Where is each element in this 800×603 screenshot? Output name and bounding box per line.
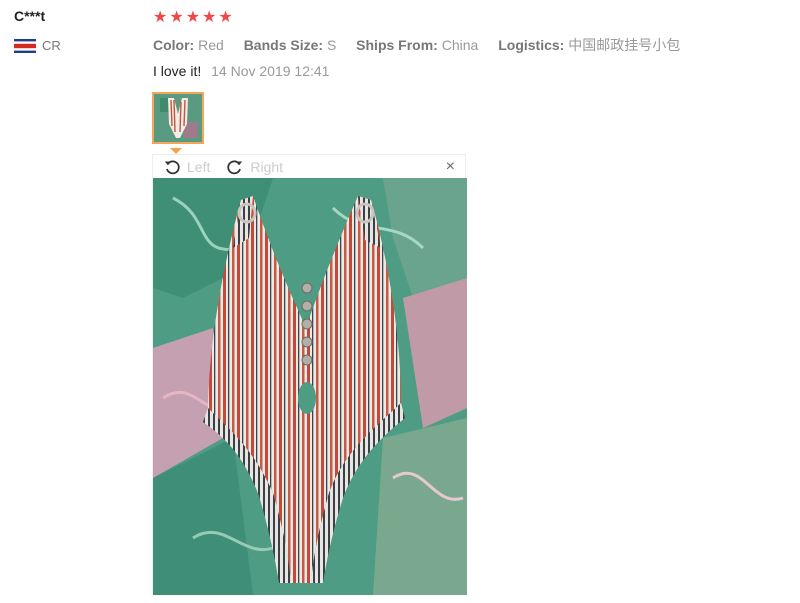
review-photo-thumbnail[interactable] (152, 92, 204, 144)
viewer-toolbar: Left Right × (153, 155, 465, 178)
rotate-right-icon (227, 159, 243, 174)
attr-value: China (441, 37, 479, 53)
review-date: 14 Nov 2019 12:41 (211, 63, 330, 79)
rotate-right-label: Right (250, 158, 284, 175)
attr-value: S (326, 37, 337, 53)
attr-logistics: Logistics: 中国邮政挂号小包 (498, 37, 680, 53)
rotate-left-button[interactable]: Left (163, 158, 210, 176)
close-icon[interactable]: × (446, 158, 455, 176)
attr-key: Color: (153, 37, 195, 53)
star-icon: ★ (169, 9, 184, 26)
reviewer-name: C***t (14, 8, 46, 24)
review-text: I love it! (153, 63, 202, 79)
attr-value: Red (198, 37, 224, 53)
reviewer-info: C***t CR (14, 8, 61, 53)
attr-key: Ships From: (356, 37, 438, 53)
star-icon: ★ (202, 9, 217, 26)
attr-ships-from: Ships From: China (356, 37, 478, 53)
country-code: CR (42, 38, 61, 53)
costa-rica-flag-icon (14, 38, 36, 53)
order-attributes: Color: Red Bands Size: S Ships From: Chi… (153, 35, 696, 55)
star-icon: ★ (218, 9, 233, 26)
attr-bands-size: Bands Size: S (244, 37, 337, 53)
attr-color: Color: Red (153, 37, 224, 53)
review-comment: I love it! 14 Nov 2019 12:41 (153, 63, 329, 79)
swimsuit-photo (153, 178, 467, 595)
rotate-right-button[interactable]: Right (226, 158, 283, 176)
thumbnail-image (154, 94, 202, 142)
star-icon: ★ (153, 9, 168, 26)
reviewer-country: CR (14, 38, 61, 53)
photo-viewer: Left Right × (152, 154, 467, 595)
star-rating: ★ ★ ★ ★ ★ (153, 10, 233, 26)
review-photo (153, 178, 467, 595)
attr-key: Logistics: (498, 37, 565, 53)
rotate-left-icon (164, 159, 180, 174)
rotate-left-label: Left (187, 158, 211, 175)
attr-value: 中国邮政挂号小包 (568, 37, 681, 53)
star-icon: ★ (185, 9, 201, 26)
attr-key: Bands Size: (243, 37, 324, 53)
